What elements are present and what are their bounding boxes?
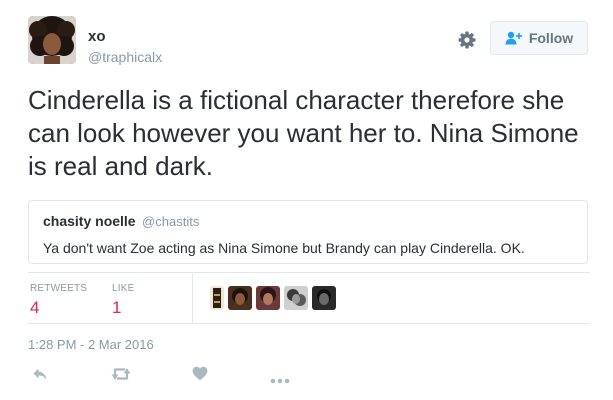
retweets-stat[interactable]: RETWEETS 4: [30, 283, 87, 318]
gear-icon[interactable]: [457, 30, 477, 50]
likes-label: LIKE: [112, 283, 135, 294]
liker-avatar[interactable]: [312, 286, 336, 310]
tweet-text: Cinderella is a fictional character ther…: [28, 85, 579, 181]
retweet-icon[interactable]: [110, 366, 132, 387]
retweets-label: RETWEETS: [30, 283, 88, 294]
liker-avatar[interactable]: [228, 286, 252, 310]
author-display-name[interactable]: xo: [88, 28, 106, 45]
quoted-author-handle: @chastits: [142, 214, 200, 229]
quoted-tweet[interactable]: chasity noelle @chastits Ya don't want Z…: [28, 200, 588, 264]
tweet-stats: RETWEETS 4 LIKE 1: [28, 272, 590, 324]
heart-icon[interactable]: [192, 366, 208, 386]
liker-avatar[interactable]: [284, 286, 308, 310]
reply-icon[interactable]: [32, 366, 48, 387]
add-user-icon: [505, 31, 523, 45]
author-avatar[interactable]: [28, 16, 76, 64]
follow-label: Follow: [528, 30, 574, 46]
liker-avatars: [210, 286, 336, 310]
liker-avatar[interactable]: [210, 286, 224, 310]
quoted-tweet-text: Ya don't want Zoe acting as Nina Simone …: [43, 240, 525, 256]
likes-stat[interactable]: LIKE 1: [112, 283, 134, 318]
more-dots-icon[interactable]: [270, 371, 290, 389]
follow-button[interactable]: Follow: [490, 21, 588, 55]
quoted-author-name: chasity noelle: [43, 213, 136, 229]
retweets-count: 4: [30, 298, 40, 317]
author-screen-name[interactable]: @traphicalx: [88, 49, 162, 65]
tweet-timestamp[interactable]: 1:28 PM - 2 Mar 2016: [28, 337, 154, 352]
likes-count: 1: [112, 298, 122, 317]
liker-avatar[interactable]: [256, 286, 280, 310]
stats-divider: [192, 273, 193, 324]
